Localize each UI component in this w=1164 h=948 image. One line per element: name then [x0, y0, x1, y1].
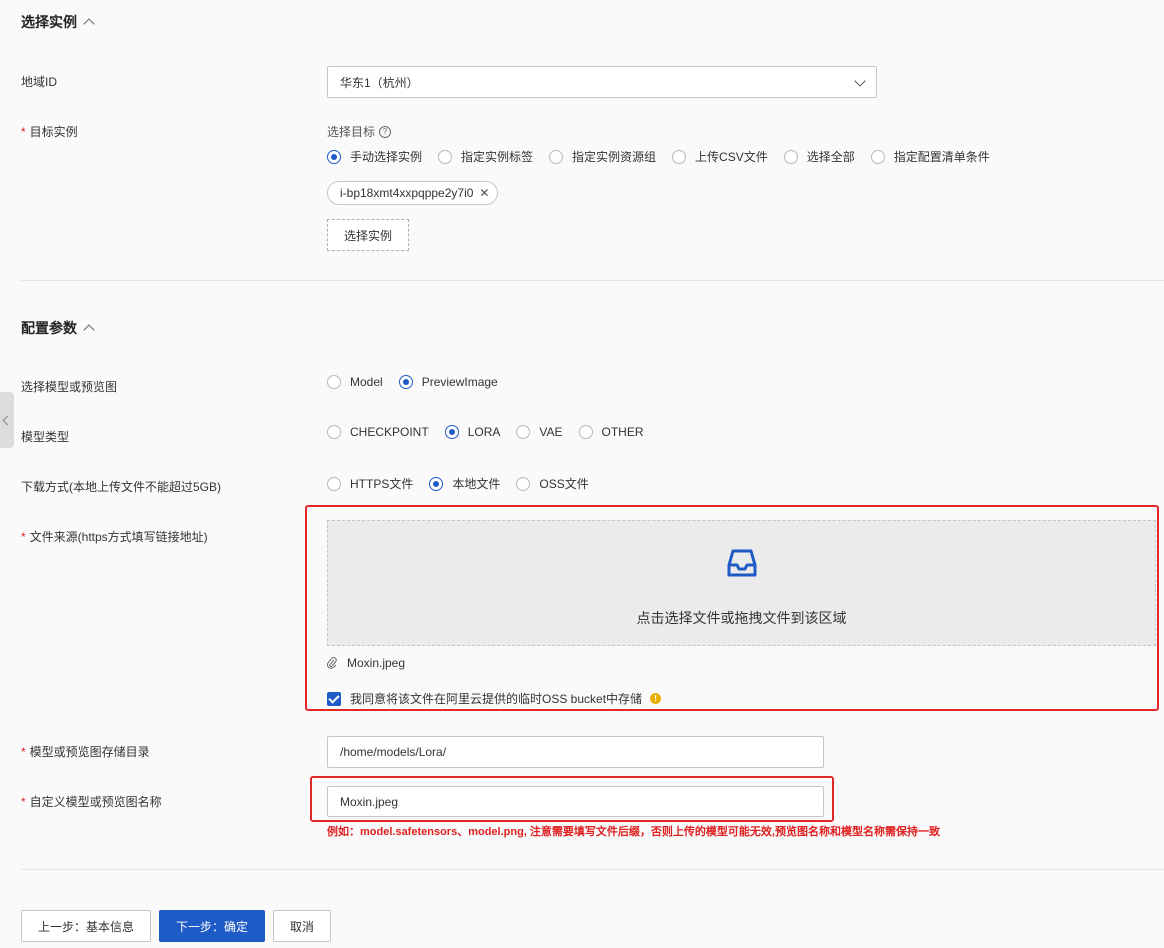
radio-vae[interactable]: VAE	[516, 425, 563, 439]
target-radio-group: 手动选择实例 指定实例标签 指定实例资源组 上传CSV文件 选择全部 指定配置清…	[327, 148, 1006, 165]
selected-instance-tag: i-bp18xmt4xxpqppe2y7i0 ✕	[327, 181, 499, 205]
radio-config-list[interactable]: 指定配置清单条件	[870, 148, 990, 165]
section-title: 选择实例	[21, 14, 77, 30]
cancel-button[interactable]: 取消	[273, 910, 331, 942]
region-label: 地域ID	[21, 75, 58, 89]
target-instance-label: * 目标实例	[21, 125, 78, 139]
radio-select-all[interactable]: 选择全部	[783, 148, 855, 165]
next-step-button[interactable]: 下一步：确定	[159, 910, 265, 942]
model-or-preview-radio-group: Model PreviewImage	[327, 375, 514, 389]
radio-https-file[interactable]: HTTPS文件	[327, 475, 413, 492]
sidebar-collapse-tab[interactable]	[0, 392, 14, 448]
agree-text: 我同意将该文件在阿里云提供的临时OSS bucket中存储	[350, 692, 643, 706]
custom-name-hint: 例如：model.safetensors、model.png, 注意需要填写文件…	[327, 826, 940, 838]
agree-checkbox-row: 我同意将该文件在阿里云提供的临时OSS bucket中存储 !	[327, 690, 662, 707]
upload-prompt-text: 点击选择文件或拖拽文件到该区域	[636, 610, 847, 626]
uploaded-file-name[interactable]: Moxin.jpeg	[347, 656, 405, 670]
prev-step-button[interactable]: 上一步：基本信息	[21, 910, 151, 942]
file-source-label: * 文件来源(https方式填写链接地址)	[21, 530, 208, 544]
inbox-icon	[727, 549, 757, 577]
custom-name-input[interactable]	[327, 786, 824, 817]
section-header-config[interactable]: 配置参数	[21, 318, 95, 338]
instance-tag-label: i-bp18xmt4xxpqppe2y7i0	[340, 186, 474, 200]
chevron-up-icon	[83, 18, 95, 30]
required-mark: *	[21, 125, 26, 139]
required-mark: *	[21, 530, 26, 544]
required-mark: *	[21, 745, 26, 759]
section-divider	[21, 280, 1164, 281]
uploaded-file-item: Moxin.jpeg	[327, 656, 405, 670]
paperclip-icon	[327, 657, 337, 669]
custom-name-label: * 自定义模型或预览图名称	[21, 795, 162, 809]
help-icon[interactable]: ?	[379, 125, 392, 138]
region-select-value: 华东1（杭州）	[340, 75, 419, 90]
radio-manual-select[interactable]: 手动选择实例	[327, 148, 422, 165]
chevron-left-icon	[2, 415, 12, 425]
download-method-label: 下载方式(本地上传文件不能超过5GB)	[21, 480, 222, 494]
section-header-select-instance[interactable]: 选择实例	[21, 12, 95, 32]
storage-dir-label: * 模型或预览图存储目录	[21, 745, 150, 759]
footer-divider	[21, 869, 1164, 870]
storage-dir-input[interactable]	[327, 736, 824, 768]
required-mark: *	[21, 795, 26, 809]
agree-checkbox[interactable]	[327, 691, 341, 706]
radio-lora[interactable]: LORA	[444, 425, 500, 439]
model-or-preview-label: 选择模型或预览图	[21, 380, 118, 394]
select-target-label: 选择目标 ?	[327, 123, 392, 140]
upload-dropzone[interactable]: 点击选择文件或拖拽文件到该区域	[327, 520, 1156, 646]
radio-upload-csv[interactable]: 上传CSV文件	[672, 148, 768, 165]
radio-other[interactable]: OTHER	[578, 425, 644, 439]
chevron-up-icon	[83, 324, 95, 336]
radio-instance-tag[interactable]: 指定实例标签	[438, 148, 533, 165]
radio-preview-image[interactable]: PreviewImage	[398, 375, 498, 389]
model-type-radio-group: CHECKPOINT LORA VAE OTHER	[327, 425, 660, 439]
chevron-down-icon	[854, 75, 866, 87]
radio-checkpoint[interactable]: CHECKPOINT	[327, 425, 429, 439]
radio-resource-group[interactable]: 指定实例资源组	[549, 148, 656, 165]
model-type-label: 模型类型	[21, 430, 70, 444]
download-method-radio-group: HTTPS文件 本地文件 OSS文件	[327, 475, 605, 492]
radio-oss-file[interactable]: OSS文件	[516, 475, 589, 492]
select-instance-button[interactable]: 选择实例	[327, 219, 409, 251]
info-icon[interactable]: !	[650, 693, 662, 704]
radio-local-file[interactable]: 本地文件	[429, 475, 500, 492]
section-title: 配置参数	[21, 320, 77, 336]
region-select[interactable]: 华东1（杭州）	[327, 66, 877, 98]
radio-model[interactable]: Model	[327, 375, 383, 389]
close-icon[interactable]: ✕	[479, 186, 489, 200]
